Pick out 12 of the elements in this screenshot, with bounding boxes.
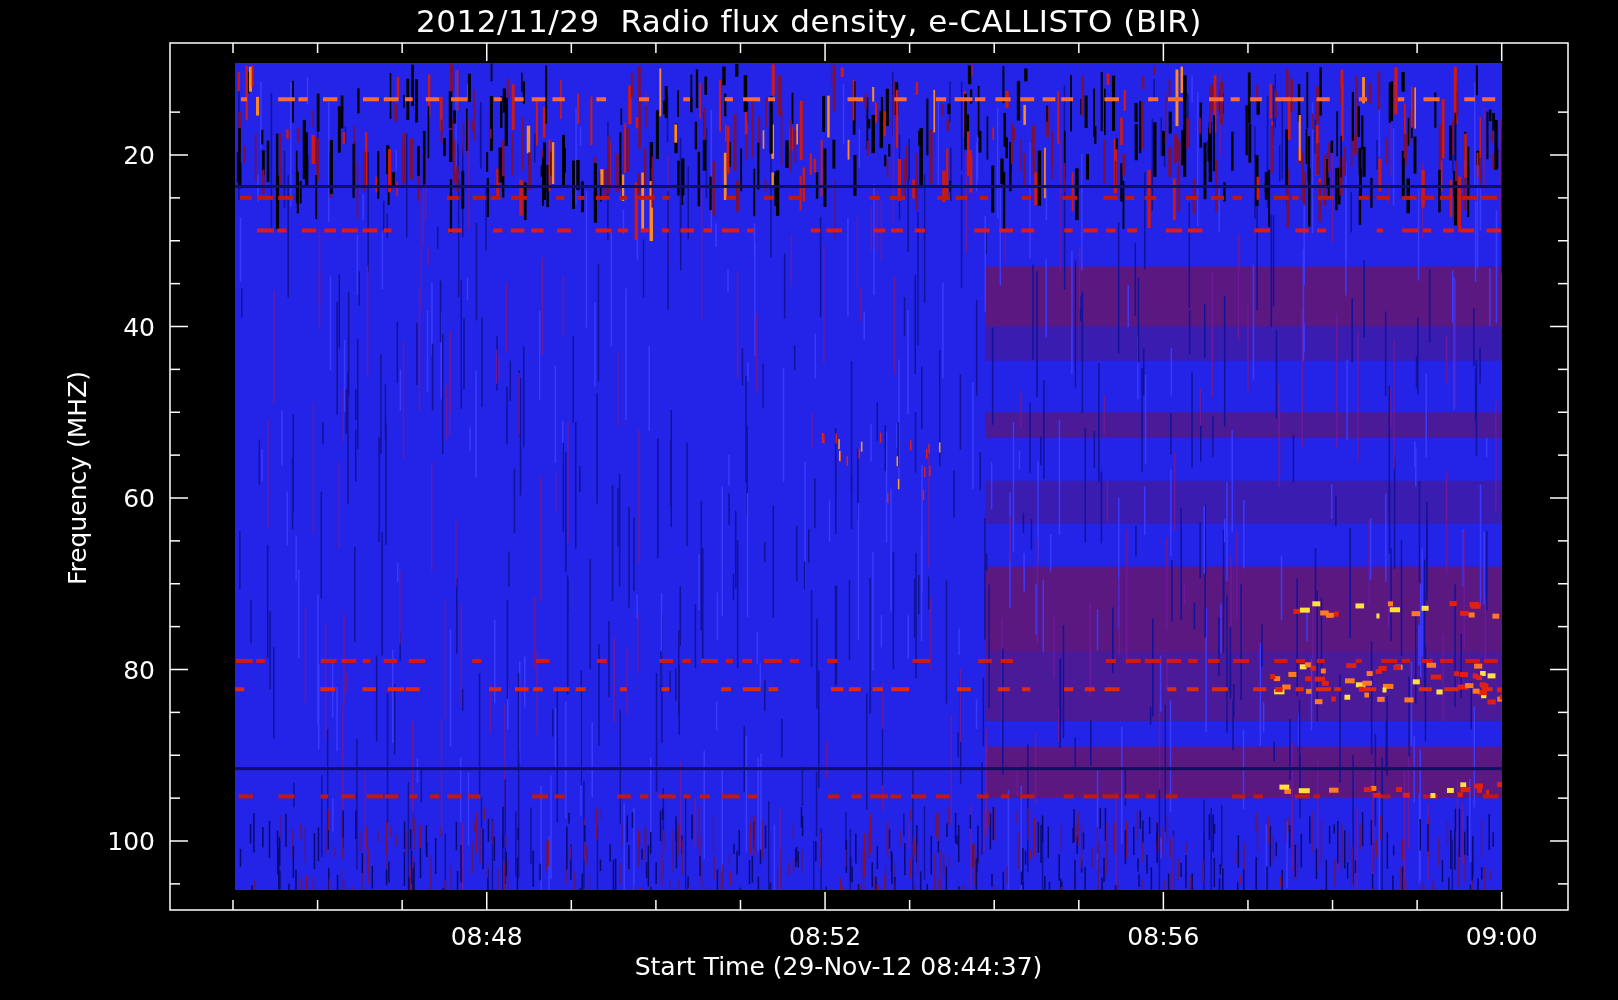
x-tick-label: 08:56	[1127, 922, 1200, 951]
x-axis-label: Start Time (29-Nov-12 08:44:37)	[634, 952, 1043, 981]
chart-title: 2012/11/29 Radio flux density, e-CALLISTO (BIR)	[416, 3, 1202, 39]
y-tick-label: 100	[107, 827, 155, 856]
y-tick-label: 20	[123, 141, 155, 170]
y-tick-label: 40	[123, 312, 155, 342]
y-tick-label: 80	[123, 655, 155, 685]
x-tick-label: 09:00	[1465, 922, 1538, 951]
x-tick-label: 08:48	[450, 922, 523, 951]
y-axis-label: Frequency (MHZ)	[63, 370, 92, 586]
y-tick-label: 60	[123, 484, 155, 513]
x-tick-label: 08:52	[789, 922, 862, 951]
